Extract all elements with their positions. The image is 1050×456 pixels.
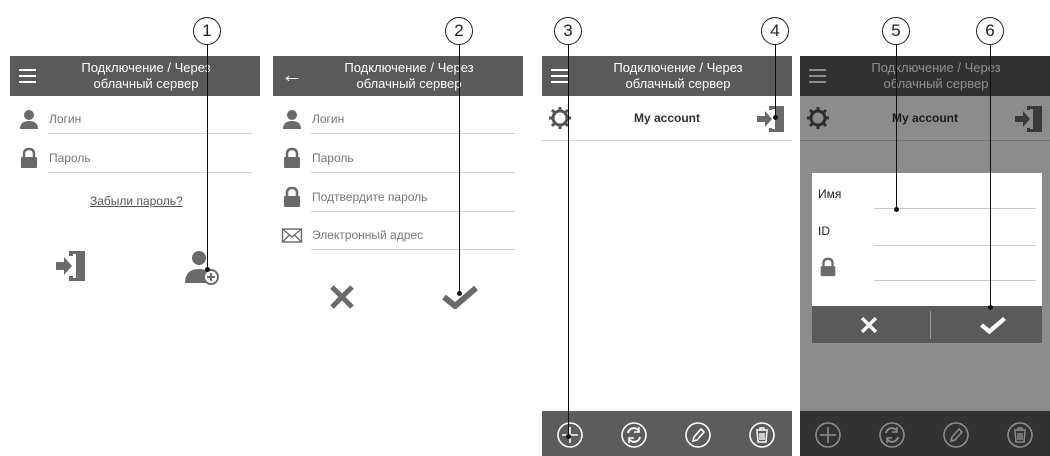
name-label: Имя [818,187,842,201]
password-label: Пароль [312,151,354,165]
divider [311,249,515,250]
login-label: Логин [49,112,82,126]
lock-icon [820,257,836,277]
email-field[interactable]: Электронный адрес [273,222,523,252]
logout-door-icon[interactable] [756,104,786,134]
login-field[interactable]: Логин [273,106,523,136]
edit-icon[interactable] [684,421,712,449]
screen-account: Подключение / Через облачный сервер My a… [542,56,792,456]
app-bar-title: Подключение / Через облачный сервер [50,60,242,92]
screen-edit-account: Подключение / Через облачный сервер My a… [800,56,1050,456]
confirm-password-label: Подтвердите пароль [312,190,428,204]
callout-dot-3 [566,434,571,439]
callout-dot-4 [773,115,778,120]
login-label: Логин [312,112,345,126]
callout-leader-6 [990,42,992,308]
lock-icon [21,147,37,168]
app-bar: ← Подключение / Через облачный сервер [273,56,523,96]
title-line-2: облачный сервер [356,76,462,91]
title-line-1: Подключение / Через [613,60,743,75]
user-icon [283,110,301,129]
title-line-2: облачный сервер [625,76,731,91]
edit-dialog: Имя ID [812,173,1042,343]
callout-leader-1 [207,42,209,270]
password-field[interactable] [812,245,1042,281]
title-line-1: Подключение / Через [344,60,474,75]
callout-leader-5 [896,42,898,210]
screen-login: Подключение / Через облачный сервер Логи… [10,56,260,456]
divider [311,172,515,173]
id-field[interactable]: ID [812,210,1042,246]
callout-dot-6 [988,305,993,310]
callout-dot-2 [457,291,462,296]
delete-icon[interactable] [748,421,776,449]
callout-5: 5 [882,17,910,45]
callout-dot-5 [894,207,899,212]
dialog-buttons [812,306,1042,343]
app-bar: Подключение / Через облачный сервер [10,56,260,96]
callout-leader-4 [775,42,777,118]
login-door-icon[interactable] [54,248,88,284]
lock-icon [284,147,300,168]
callout-4: 4 [761,17,789,45]
login-field[interactable]: Логин [10,106,260,136]
callout-6: 6 [976,17,1004,45]
callout-leader-2 [459,42,461,294]
name-field[interactable]: Имя [812,173,1042,209]
callout-3: 3 [554,17,582,45]
app-bar-title: Подключение / Через облачный сервер [313,60,505,92]
confirm-check-icon[interactable] [980,316,1006,334]
title-line-1: Подключение / Через [81,60,211,75]
callout-1: 1 [193,17,221,45]
menu-icon[interactable] [551,69,568,83]
email-label: Электронный адрес [312,228,424,242]
divider [311,211,515,212]
id-label: ID [818,224,830,238]
refresh-icon[interactable] [620,421,648,449]
cancel-x-icon[interactable] [860,316,878,334]
back-arrow-icon[interactable]: ← [281,62,303,88]
confirm-password-field[interactable]: Подтвердите пароль [273,184,523,214]
divider [874,280,1036,281]
screen-register: ← Подключение / Через облачный сервер Ло… [273,56,523,456]
menu-icon[interactable] [19,69,36,83]
forgot-password-link[interactable]: Забыли пароль? [90,194,183,208]
divider [48,133,252,134]
callout-leader-3 [568,42,570,437]
divider [311,133,515,134]
user-icon [20,110,38,129]
button-divider [930,311,931,339]
password-field[interactable]: Пароль [273,145,523,175]
account-row[interactable]: My account [542,96,792,141]
cancel-x-icon[interactable] [329,284,355,310]
envelope-icon [281,228,303,243]
callout-dot-1 [205,267,210,272]
divider [48,172,252,173]
callout-2: 2 [445,17,473,45]
app-bar: Подключение / Через облачный сервер [542,56,792,96]
account-name: My account [633,111,700,125]
app-bar-title: Подключение / Через облачный сервер [582,60,774,92]
lock-icon [284,186,300,207]
password-field[interactable]: Пароль [10,145,260,175]
password-label: Пароль [49,151,91,165]
title-line-2: облачный сервер [93,76,199,91]
bottom-toolbar [542,411,792,456]
add-user-icon[interactable] [182,249,222,285]
